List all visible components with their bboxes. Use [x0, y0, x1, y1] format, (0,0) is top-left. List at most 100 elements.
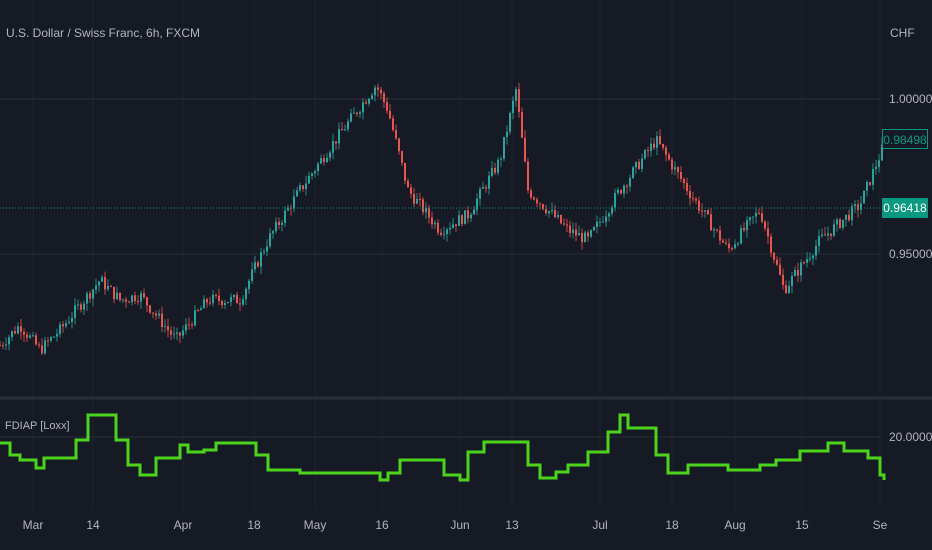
candle-body — [254, 262, 256, 270]
candle-body — [782, 274, 784, 286]
candle-body — [62, 324, 64, 327]
candle-body — [263, 251, 265, 253]
candle-body — [470, 214, 472, 219]
candle-body — [449, 227, 451, 230]
chart-canvas[interactable] — [0, 0, 932, 550]
candle-body — [584, 232, 586, 243]
candle-body — [200, 308, 202, 311]
candle-body — [266, 246, 268, 252]
candle-body — [158, 313, 160, 316]
candle-body — [671, 159, 673, 170]
candle-body — [578, 233, 580, 236]
candle-body — [332, 141, 334, 153]
price-label-1: 1.00000 — [889, 92, 932, 106]
candle-body — [599, 221, 601, 223]
candle-body — [143, 293, 145, 298]
candle-body — [509, 113, 511, 132]
candles — [0, 82, 883, 356]
candle-body — [809, 258, 811, 260]
candle-body — [737, 243, 739, 245]
candle-body — [359, 112, 361, 114]
candle-body — [149, 305, 151, 313]
candle-body — [329, 152, 331, 158]
time-label: 18 — [665, 518, 679, 532]
candle-body — [491, 167, 493, 176]
candle-body — [92, 289, 94, 299]
candle-body — [98, 281, 100, 286]
candle-body — [827, 233, 829, 236]
candle-body — [410, 187, 412, 194]
candle-body — [845, 214, 847, 220]
candle-body — [161, 313, 163, 328]
candle-body — [11, 331, 13, 338]
candle-body — [128, 301, 130, 303]
candle-body — [230, 296, 232, 302]
time-label: 15 — [795, 518, 809, 532]
candle-body — [338, 129, 340, 144]
candle-body — [839, 219, 841, 228]
candle-body — [536, 199, 538, 204]
candle-body — [356, 112, 358, 114]
candle-body — [50, 337, 52, 341]
candle-body — [575, 229, 577, 236]
candle-body — [797, 270, 799, 276]
candle-body — [644, 150, 646, 159]
candle-body — [5, 344, 7, 346]
time-label: Jul — [592, 518, 608, 532]
candle-body — [398, 138, 400, 152]
candle-body — [668, 154, 670, 160]
candle-body — [524, 137, 526, 162]
time-label: Jun — [450, 518, 470, 532]
candle-body — [104, 277, 106, 290]
candle-body — [2, 345, 4, 347]
candle-body — [71, 317, 73, 322]
candle-body — [692, 198, 694, 200]
candle-body — [473, 209, 475, 215]
candle-body — [635, 161, 637, 168]
candle-body — [833, 224, 835, 236]
candle-body — [674, 167, 676, 170]
candle-body — [872, 169, 874, 185]
candle-body — [569, 225, 571, 233]
candle-body — [110, 285, 112, 287]
candle-body — [767, 228, 769, 237]
candle-body — [602, 221, 604, 223]
candle-body — [275, 221, 277, 232]
candle-body — [38, 344, 40, 346]
candle-body — [779, 264, 781, 275]
candle-body — [629, 177, 631, 187]
candle-body — [680, 172, 682, 180]
candle-body — [305, 183, 307, 190]
candle-body — [74, 305, 76, 318]
candle-body — [185, 324, 187, 331]
candle-body — [713, 229, 715, 231]
symbol-title[interactable]: U.S. Dollar / Swiss Franc, 6h, FXCM — [6, 26, 200, 40]
candle-body — [842, 219, 844, 228]
candle-body — [812, 255, 814, 259]
candle-body — [431, 217, 433, 225]
candle-body — [563, 223, 565, 225]
candle-body — [482, 187, 484, 189]
candle-body — [413, 193, 415, 204]
candle-body — [710, 214, 712, 231]
candle-body — [350, 113, 352, 122]
candle-body — [89, 293, 91, 299]
candle-body — [227, 301, 229, 303]
candle-body — [215, 294, 217, 296]
candle-body — [689, 191, 691, 199]
candle-body — [533, 197, 535, 200]
candle-body — [665, 147, 667, 155]
candle-body — [704, 210, 706, 212]
candle-body — [590, 230, 592, 237]
candle-body — [383, 93, 385, 103]
candle-body — [377, 87, 379, 90]
candle-body — [167, 326, 169, 331]
candle-body — [722, 240, 724, 243]
candle-body — [365, 102, 367, 104]
candle-body — [209, 302, 211, 304]
candle-body — [749, 217, 751, 221]
indicator-title[interactable]: FDIAP [Loxx] — [5, 420, 70, 432]
candle-body — [518, 89, 520, 112]
candle-body — [815, 245, 817, 256]
candle-body — [560, 215, 562, 224]
